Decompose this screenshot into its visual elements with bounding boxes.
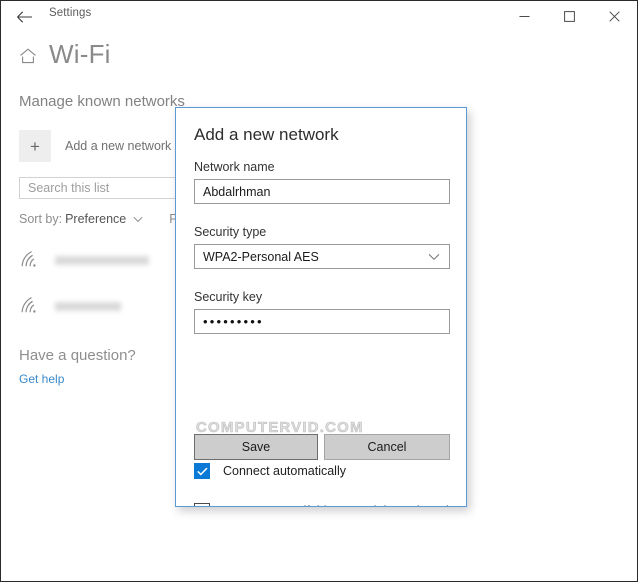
network-name-value: Abdalrhman <box>203 184 271 199</box>
section-title: Manage known networks <box>19 93 185 110</box>
back-arrow-icon[interactable] <box>9 3 39 31</box>
security-type-label: Security type <box>194 225 267 239</box>
security-type-select[interactable]: WPA2-Personal AES <box>194 244 450 269</box>
checkbox-unchecked-icon <box>194 503 210 506</box>
get-help-link[interactable]: Get help <box>19 372 64 386</box>
settings-window: Settings Wi-Fi Manage known networks + A… <box>0 0 638 582</box>
cancel-button[interactable]: Cancel <box>324 434 450 460</box>
sort-by-value[interactable]: Preference <box>65 212 126 226</box>
security-key-input[interactable]: ••••••••• <box>194 309 450 334</box>
home-icon[interactable] <box>18 46 38 66</box>
page-title: Wi-Fi <box>49 39 111 69</box>
chevron-down-icon[interactable] <box>133 216 143 223</box>
network-name-redacted <box>55 301 121 311</box>
connect-not-broadcasting-label: Connect even if this network is not broa… <box>223 504 466 506</box>
chevron-down-icon <box>428 253 449 261</box>
checkbox-checked-icon <box>194 463 210 479</box>
connect-not-broadcasting-checkbox[interactable]: Connect even if this network is not broa… <box>194 503 466 506</box>
sort-filter-row: Sort by: Preference Filte <box>19 212 193 226</box>
add-network-dialog: Add a new network Network name Abdalrhma… <box>175 107 467 507</box>
network-name-input[interactable]: Abdalrhman <box>194 179 450 204</box>
network-name-label: Network name <box>194 160 275 174</box>
minimize-icon[interactable] <box>502 1 547 31</box>
help-question: Have a question? <box>19 347 136 364</box>
search-input[interactable]: Search this list <box>19 177 187 199</box>
plus-icon: + <box>19 130 51 162</box>
security-key-label: Security key <box>194 290 263 304</box>
security-key-value: ••••••••• <box>203 314 264 329</box>
security-type-value: WPA2-Personal AES <box>203 249 319 264</box>
list-item[interactable] <box>19 243 149 277</box>
title-bar: Settings <box>1 1 637 33</box>
wifi-signal-icon <box>19 296 43 316</box>
save-button[interactable]: Save <box>194 434 318 460</box>
search-placeholder: Search this list <box>28 181 110 195</box>
dialog-title: Add a new network <box>194 125 339 144</box>
list-item[interactable] <box>19 289 121 323</box>
maximize-icon[interactable] <box>547 1 592 31</box>
connect-automatically-label: Connect automatically <box>223 464 346 478</box>
connect-automatically-checkbox[interactable]: Connect automatically <box>194 463 346 479</box>
window-controls <box>502 1 637 31</box>
wifi-signal-icon <box>19 250 43 270</box>
sort-by-label: Sort by: <box>19 212 63 226</box>
add-new-network-label: Add a new network <box>65 139 172 153</box>
app-title: Settings <box>49 7 92 19</box>
close-icon[interactable] <box>592 1 637 31</box>
network-name-redacted <box>55 255 149 265</box>
add-new-network-button[interactable]: + Add a new network <box>19 130 171 162</box>
